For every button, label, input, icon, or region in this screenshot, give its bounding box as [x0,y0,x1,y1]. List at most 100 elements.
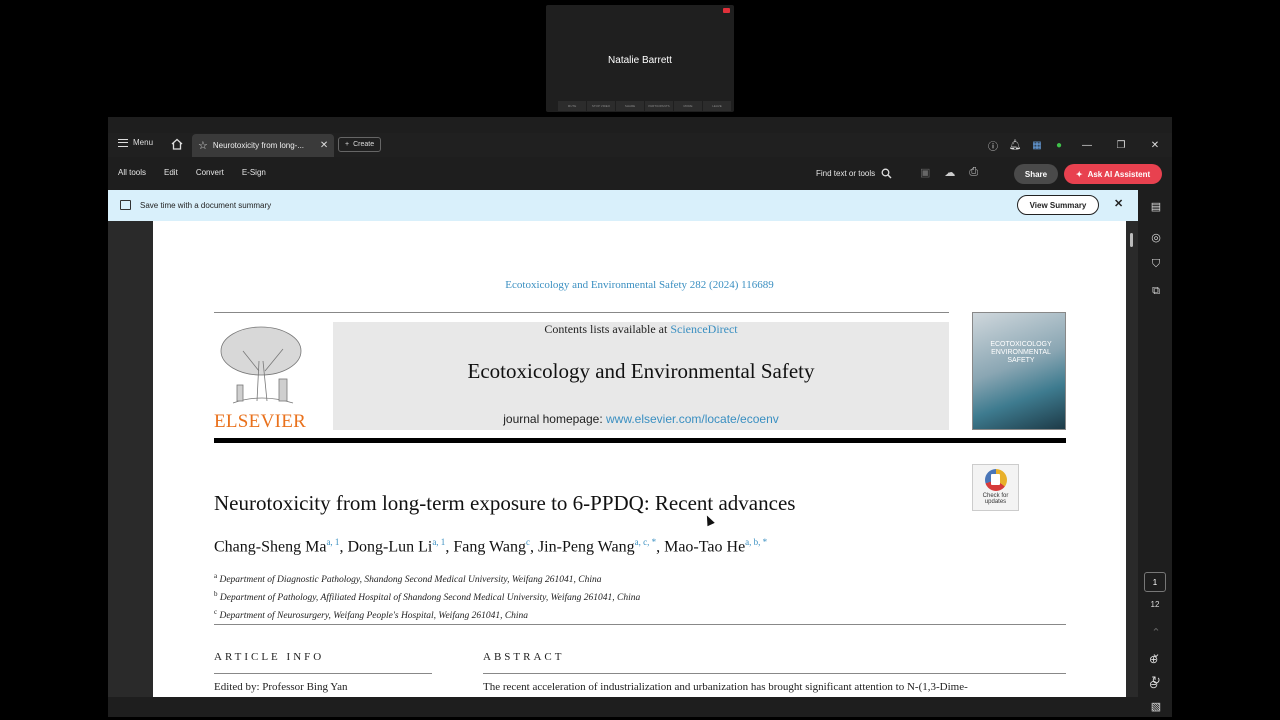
create-button[interactable]: + Create [338,137,382,152]
shield-icon[interactable]: ● [1048,133,1070,157]
ask-ai-label: Ask AI Assistent [1087,169,1151,179]
upload-icon[interactable]: ☁︎ [944,166,955,179]
minimize-icon[interactable]: — [1070,133,1104,157]
print-icon[interactable]: ⎙ [969,166,978,179]
document-tab[interactable]: ☆ Neurotoxicity from long-... ✕ [192,134,334,157]
article-title: Neurotoxicity from long-term exposure to… [214,491,796,515]
nav-e-sign[interactable]: E-Sign [242,168,266,177]
summary-panel-icon[interactable]: ▤ [1149,200,1163,214]
restore-icon[interactable]: ❐ [1104,133,1138,157]
comment-icon[interactable]: ◎ [1149,231,1163,245]
ai-icon: ✦ [1075,169,1083,179]
nav-all-tools[interactable]: All tools [118,168,146,177]
leave-button[interactable]: LEAVE [703,101,731,111]
bookmark-icon[interactable]: ⛉ [1149,257,1163,271]
create-label: Create [353,141,375,148]
author-affil-marker[interactable]: a, 1 [326,537,339,547]
close-window-icon[interactable]: ✕ [1138,133,1172,157]
search-icon [881,168,892,179]
homepage-prefix: journal homepage: [503,412,606,426]
author-affil-marker[interactable]: c [526,537,530,547]
author-name[interactable]: Dong-Lun Li [347,538,432,555]
ask-ai-button[interactable]: ✦ Ask AI Assistent [1064,164,1162,184]
share-screen-button[interactable]: SHARE [616,101,644,111]
right-sidebar: ▤ ◎ ⛉ ⧉ 1 12 ⌃ ⌄ ↻ [1142,190,1172,700]
pdf-reader-window: Menu ☆ Neurotoxicity from long-... ✕ + C… [108,117,1172,717]
journal-title: Ecotoxicology and Environmental Safety [467,359,815,383]
author-name[interactable]: Mao-Tao He [664,538,745,555]
nav-edit[interactable]: Edit [164,168,178,177]
divider [214,312,949,313]
find-tools[interactable]: Find text or tools [816,168,892,179]
citation-line[interactable]: Ecotoxicology and Environmental Safety 2… [153,279,1126,291]
toolbar: All tools Edit Convert E-Sign Find text … [108,160,1172,188]
edited-by: Edited by: Professor Bing Yan [214,681,348,693]
share-button[interactable]: Share [1014,164,1058,184]
heavy-divider [214,438,1066,443]
author-name[interactable]: Fang Wang [453,538,526,555]
author-name[interactable]: Chang-Sheng Ma [214,538,326,555]
recording-indicator [723,8,730,13]
publisher-name: ELSEVIER [214,411,307,432]
close-banner-icon[interactable]: ✕ [1114,197,1123,210]
sciencedirect-link[interactable]: ScienceDirect [670,322,737,336]
call-controls: MUTE STOP VIDEO SHARE PARTICIPANTS MORE … [558,101,731,111]
view-summary-button[interactable]: View Summary [1017,195,1099,215]
bell-icon[interactable]: 🔔︎ [1004,133,1026,157]
banner-text: Save time with a document summary [140,201,272,210]
abstract-heading: ABSTRACT [483,651,565,663]
find-label: Find text or tools [816,169,876,178]
affiliation-key: c [214,608,218,617]
star-icon[interactable]: ☆ [198,139,208,152]
close-tab-icon[interactable]: ✕ [320,140,328,151]
affiliation-text: Department of Neurosurgery, Weifang Peop… [219,611,529,622]
check-updates-icon [984,469,1007,491]
title-bar: Menu ☆ Neurotoxicity from long-... ✕ + C… [108,133,1172,157]
zoom-in-icon[interactable]: ⊕ [1149,653,1158,666]
scrollbar-thumb[interactable] [1130,233,1133,247]
divider [214,673,432,674]
affiliation-key: a [214,572,218,580]
menu-label: Menu [133,138,154,147]
page-up-icon[interactable]: ⌃ [1149,626,1163,640]
more-button[interactable]: MORE [674,101,702,111]
author-affil-marker[interactable]: a, 1 [432,537,445,547]
author-affil-marker[interactable]: a, b, * [745,537,767,547]
affiliation-text: Department of Pathology, Affiliated Hosp… [219,593,641,604]
tab-title: Neurotoxicity from long-... [212,141,305,150]
journal-cover: ECOTOXICOLOGY ENVIRONMENTAL SAFETY [972,312,1066,430]
help-icon[interactable]: ⓘ [982,133,1004,157]
affiliation-key: b [214,590,218,599]
toolbar-icons: ▣ ☁︎ ⎙ [920,166,978,179]
current-page-input[interactable]: 1 [1144,572,1166,592]
plus-icon: + [345,141,350,148]
participants-button[interactable]: PARTICIPANTS [645,101,673,111]
summary-banner: Save time with a document summary View S… [108,190,1138,221]
mute-button[interactable]: MUTE [558,101,586,111]
homepage-link[interactable]: www.elsevier.com/locate/ecoenv [606,412,779,426]
apps-grid-icon[interactable]: ▦ [1026,133,1048,157]
menu-button[interactable]: Menu [118,138,153,147]
nav-convert[interactable]: Convert [196,168,224,177]
fit-page-icon[interactable]: ▧ [1149,700,1163,714]
document-viewport[interactable]: Ecotoxicology and Environmental Safety 2… [108,221,1138,697]
check-for-updates-badge[interactable]: Check for updates [972,464,1019,511]
article-info-heading: ARTICLE INFO [214,651,325,663]
journal-header-box: Contents lists available at ScienceDirec… [333,322,949,430]
stop-video-button[interactable]: STOP VIDEO [587,101,615,111]
journal-homepage-line: journal homepage: www.elsevier.com/locat… [333,412,949,426]
abstract-text: The recent acceleration of industrializa… [483,681,968,693]
cover-title: ECOTOXICOLOGY ENVIRONMENTAL SAFETY [990,341,1052,364]
pages-icon[interactable]: ⧉ [1149,284,1163,298]
affiliation-item: b Department of Pathology, Affiliated Ho… [214,587,640,605]
zoom-out-icon[interactable]: ⊖ [1149,678,1158,691]
video-tile: Natalie Barrett MUTE STOP VIDEO SHARE PA… [546,5,734,112]
hamburger-icon [118,138,128,147]
author-name[interactable]: Jin-Peng Wang [538,538,635,555]
check-updates-label: Check for updates [982,493,1009,505]
save-icon[interactable]: ▣ [920,166,930,179]
affiliation-text: Department of Diagnostic Pathology, Shan… [219,575,602,586]
home-icon[interactable] [170,137,184,151]
author-affil-marker[interactable]: a, c, * [635,537,657,547]
toolbar-nav: All tools Edit Convert E-Sign [118,168,266,177]
